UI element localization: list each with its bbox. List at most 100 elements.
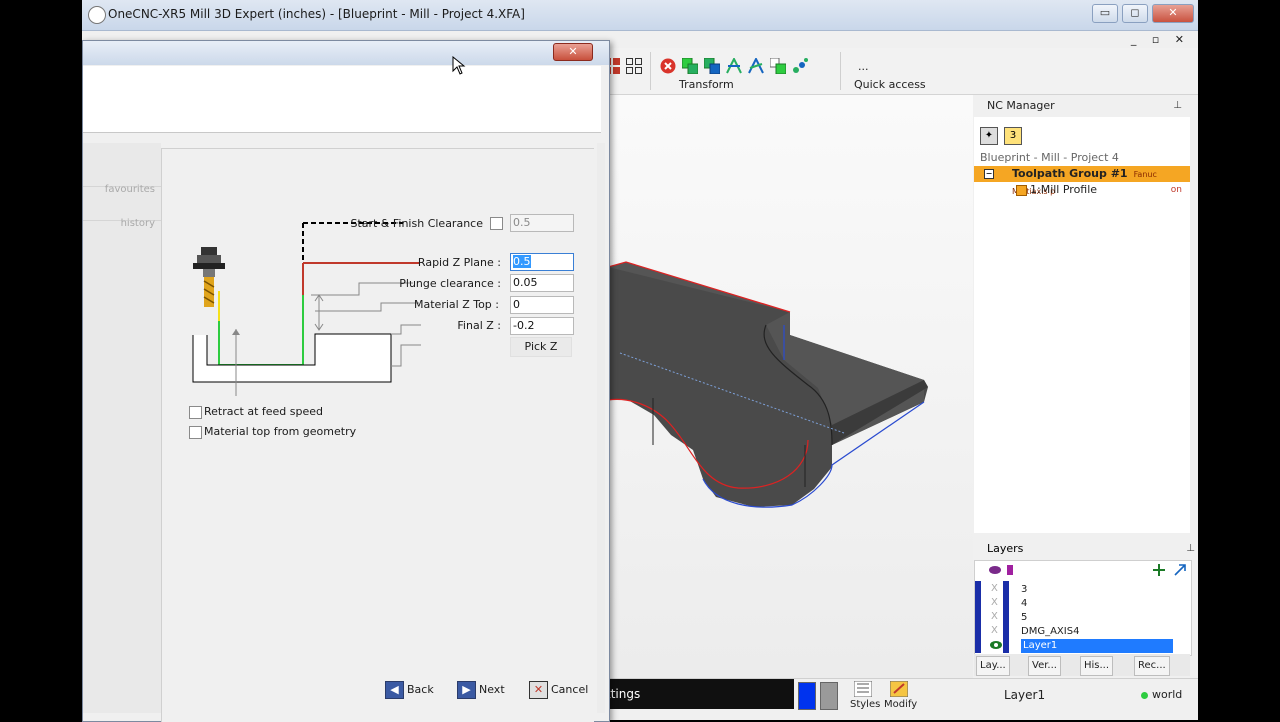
plunge-clearance-field[interactable]: 0.05 [510, 274, 574, 292]
tab-records[interactable]: Rec... [1134, 656, 1170, 676]
tab-history[interactable]: His... [1080, 656, 1114, 676]
cancel-x-icon: ✕ [529, 681, 548, 699]
status-bar: ttings Styles Modify Layer1 world [604, 678, 1198, 720]
back-label: Back [407, 683, 434, 696]
layer-hidden-mark[interactable]: X [991, 583, 998, 594]
transform-group-label: Transform [679, 78, 734, 91]
cancel-button[interactable]: ✕ Cancel [529, 681, 588, 699]
color-swatch-grey[interactable] [820, 682, 838, 710]
mirror-transform-icon[interactable] [726, 58, 742, 74]
toolpath-group-label: Toolpath Group #1 [1012, 167, 1128, 180]
layer-row[interactable]: 5 [1021, 611, 1027, 625]
nc-tool-icon[interactable]: ✦ [980, 127, 998, 145]
history-link[interactable]: history [121, 218, 155, 229]
dialog-sidebar: favourites history [83, 143, 161, 713]
layer-hidden-mark[interactable]: X [991, 625, 998, 636]
nc-manager-title: NC Manager [987, 99, 1055, 112]
maximize-button[interactable]: ◻ [1122, 4, 1148, 23]
move-transform-icon[interactable] [704, 58, 720, 74]
collapse-icon[interactable]: − [984, 169, 994, 179]
layer-color-strip [975, 581, 981, 653]
rotate-transform-icon[interactable] [748, 58, 764, 74]
status-dot-icon [1141, 692, 1148, 699]
dialog-title-bar: ✕ [83, 41, 609, 65]
rapid-z-plane-field[interactable]: 0.5 [510, 253, 574, 271]
clearance-diagram [192, 222, 421, 396]
close-button[interactable]: ✕ [1152, 4, 1194, 23]
start-finish-clearance-field[interactable]: 0.5 [510, 214, 574, 232]
mouse-pointer-icon [452, 56, 466, 75]
tab-versions[interactable]: Ver... [1028, 656, 1061, 676]
layers-list: X 3 X 4 X 5 X DMG_AXIS4 Layer1 [974, 560, 1192, 656]
nc-number-icon[interactable]: 3 [1004, 127, 1022, 145]
back-arrow-icon: ◀ [385, 681, 404, 699]
material-z-top-label: Material Z Top : [414, 298, 499, 311]
quick-access-dots[interactable]: ... [858, 60, 869, 73]
modify-icon[interactable] [890, 681, 908, 697]
final-z-field[interactable]: -0.2 [510, 317, 574, 335]
layer-row[interactable]: 3 [1021, 583, 1027, 597]
favourites-link[interactable]: favourites [105, 184, 155, 195]
settings-strip: ttings [604, 679, 794, 709]
layer-color-strip-2 [1003, 581, 1009, 653]
final-z-label: Final Z : [457, 319, 501, 332]
back-button[interactable]: ◀ Back [385, 681, 434, 699]
visible-eye-icon[interactable] [989, 640, 1003, 650]
dialog-scrollbar[interactable] [597, 143, 605, 713]
part-model-drawing [608, 261, 928, 508]
minimize-button[interactable]: ▭ [1092, 4, 1118, 23]
mill-profile-state: on [1170, 185, 1182, 195]
scale-transform-icon[interactable] [770, 58, 786, 74]
next-button[interactable]: ▶ Next [457, 681, 505, 699]
dialog-close-button[interactable]: ✕ [553, 43, 593, 61]
layers-header: Layers ⊥ [974, 538, 1198, 560]
current-layer-name: Layer1 [1004, 688, 1046, 702]
dialog-header-area [83, 66, 601, 133]
nc-manager-header: NC Manager ⊥ [974, 95, 1190, 117]
toolpath-wizard-dialog: ✕ favourites history Start & Finish Clea… [82, 40, 610, 722]
nc-manager-toolbar: ✦ 3 [974, 117, 1190, 145]
mill-profile-row[interactable]: 1:Mill Profile on [974, 182, 1190, 198]
layer-hidden-mark[interactable]: X [991, 597, 998, 608]
pin-icon[interactable]: ⊥ [1173, 95, 1182, 117]
layer-row[interactable]: 4 [1021, 597, 1027, 611]
material-z-top-field[interactable]: 0 [510, 296, 574, 314]
nc-project-name: Blueprint - Mill - Project 4 [980, 151, 1119, 164]
tab-layers[interactable]: Lay... [976, 656, 1010, 676]
layers-pin-icon[interactable]: ⊥ [1186, 538, 1195, 560]
add-layer-icon[interactable] [1153, 563, 1187, 577]
window-title: OneCNC-XR5 Mill 3D Expert (inches) - [Bl… [108, 7, 525, 21]
retract-feed-label: Retract at feed speed [204, 405, 324, 418]
start-finish-clearance-checkbox[interactable] [490, 217, 503, 230]
3d-viewport[interactable] [608, 95, 973, 678]
delete-icon[interactable] [660, 58, 676, 74]
retract-feed-checkbox[interactable] [189, 406, 202, 419]
app-logo-icon [88, 6, 106, 24]
next-arrow-icon: ▶ [457, 681, 476, 699]
layer-row-selected[interactable]: Layer1 [1021, 639, 1173, 653]
grid-outline-icon[interactable] [626, 58, 642, 74]
layer-row[interactable]: DMG_AXIS4 [1021, 625, 1079, 639]
quick-access-label[interactable]: Quick access [854, 78, 926, 91]
modify-label[interactable]: Modify [884, 699, 917, 710]
styles-icon[interactable] [854, 681, 872, 697]
title-bar: OneCNC-XR5 Mill 3D Expert (inches) - [Bl… [82, 0, 1198, 31]
layer-hidden-mark[interactable]: X [991, 611, 998, 622]
copy-transform-icon[interactable] [682, 58, 698, 74]
color-swatch-blue[interactable] [798, 682, 816, 710]
material-top-geometry-label: Material top from geometry [204, 425, 357, 438]
start-finish-clearance-label: Start & Finish Clearance [350, 217, 483, 230]
mill-profile-label: 1:Mill Profile [1030, 183, 1098, 196]
layer-visibility-icons[interactable] [989, 563, 1017, 577]
pick-z-button[interactable]: Pick Z [510, 337, 572, 357]
ribbon-toolbar: Transform ... Quick access [604, 48, 1198, 95]
operation-icon [1016, 185, 1027, 196]
toolpath-group-row[interactable]: − Toolpath Group #1 Fanuc Multiaxis p [974, 166, 1190, 196]
cancel-label: Cancel [551, 683, 589, 696]
panel-tabs: Lay... Ver... His... Rec... [974, 654, 1190, 676]
array-transform-icon[interactable] [792, 58, 808, 74]
material-top-geometry-checkbox[interactable] [189, 426, 202, 439]
next-label: Next [479, 683, 505, 696]
styles-label[interactable]: Styles [850, 699, 880, 710]
mdi-window-buttons[interactable]: _ ▫ ✕ [1131, 33, 1190, 46]
